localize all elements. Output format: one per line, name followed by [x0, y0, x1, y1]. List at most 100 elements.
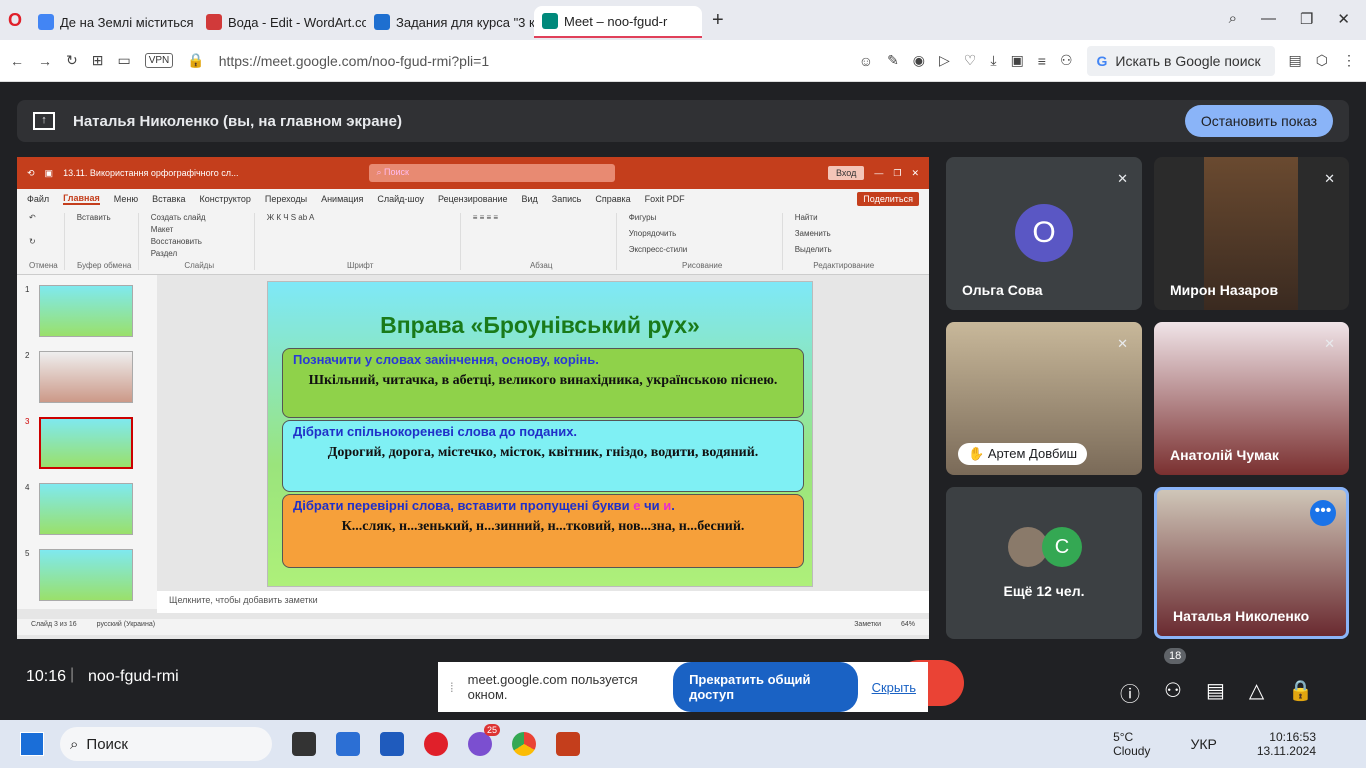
tab-1[interactable]: Де на Землі міститься во [30, 6, 198, 38]
menu-help[interactable]: Справка [595, 194, 630, 204]
forward-icon[interactable]: → [38, 53, 52, 69]
download-icon[interactable]: ⤓ [990, 52, 996, 69]
ppt-ribbon: ↶ ↻ Отмена Вставить Буфер обмена Создать сл… [17, 209, 929, 275]
clock[interactable]: 10:16:53 13.11.2024 [1257, 730, 1316, 758]
url-field[interactable]: https://meet.google.com/noo-fgud-rmi?pli… [219, 53, 845, 69]
host-controls-icon[interactable]: 🔒 [1288, 678, 1313, 707]
shapes-button[interactable]: Фигуры [629, 213, 776, 222]
express-button[interactable]: Экспресс-стили [629, 245, 776, 254]
snapshot-icon[interactable]: ◉ [913, 52, 925, 69]
activities-icon[interactable]: △ [1249, 678, 1264, 707]
menu-animation[interactable]: Анимация [321, 194, 363, 204]
close-button[interactable]: ✕ [1337, 10, 1350, 28]
menu-foxit[interactable]: Foxit PDF [645, 194, 685, 204]
camera-icon[interactable]: ▭ [117, 52, 130, 69]
participant-tile[interactable]: О ✕ Ольга Сова [946, 157, 1142, 310]
taskbar-search[interactable]: ⌕ Поиск [60, 727, 272, 761]
back-icon[interactable]: ← [10, 53, 24, 69]
play-icon[interactable]: ▷ [939, 52, 950, 69]
menu-review[interactable]: Рецензирование [438, 194, 508, 204]
notes-pane[interactable]: Щелкните, чтобы добавить заметки [157, 591, 929, 613]
menu-design[interactable]: Конструктор [200, 194, 251, 204]
share-button[interactable]: Поделиться [857, 192, 919, 206]
maximize-button[interactable]: ❐ [1300, 10, 1313, 28]
menu-record[interactable]: Запись [552, 194, 582, 204]
language-indicator[interactable]: УКР [1190, 736, 1216, 752]
ppt-search[interactable]: ⌕ Поиск [368, 164, 615, 182]
weather-widget[interactable]: 5°C Cloudy [1113, 730, 1150, 758]
ppt-close[interactable]: ✕ [911, 168, 919, 179]
slide-canvas[interactable]: Вправа «Броунівський рух» Позначити у сл… [267, 281, 813, 587]
opera-icon[interactable] [424, 732, 448, 756]
autosave-icon[interactable]: ⟲ [27, 168, 35, 179]
more-icon[interactable]: ⋮ [1342, 52, 1356, 69]
select-button[interactable]: Выделить [795, 245, 893, 254]
zoom-level[interactable]: 64% [901, 621, 915, 633]
arrange-button[interactable]: Упорядочить [629, 229, 776, 238]
menu-insert[interactable]: Вставка [152, 194, 185, 204]
participant-tile[interactable]: ✕ Мирон Назаров [1154, 157, 1349, 310]
replace-button[interactable]: Заменить [795, 229, 893, 238]
task-view-icon[interactable] [292, 732, 316, 756]
layout-button[interactable]: Макет [151, 225, 248, 234]
paste-button[interactable]: Вставить [77, 213, 132, 222]
participant-tile[interactable]: ✕ Анатолій Чумак [1154, 322, 1349, 475]
new-tab-button[interactable]: + [712, 9, 724, 32]
drag-handle-icon[interactable]: ⁞ [450, 680, 454, 695]
stop-presenting-button[interactable]: Остановить показ [1184, 105, 1333, 137]
signin-button[interactable]: Вход [828, 166, 865, 180]
hand-raised-badge: ✋ Артем Довбиш [958, 443, 1088, 465]
reload-icon[interactable]: ↻ [66, 52, 78, 69]
tab-2[interactable]: Вода - Edit - WordArt.com [198, 6, 366, 38]
menu-icon[interactable]: ≡ [1038, 53, 1046, 69]
redo-icon[interactable]: ↻ [29, 237, 58, 246]
notes-toggle[interactable]: Заметки [854, 621, 881, 633]
search-tabs-icon[interactable]: ⌕ [1229, 10, 1237, 28]
opera-logo-icon[interactable]: O [0, 10, 30, 31]
wallet-icon[interactable]: ▣ [1011, 52, 1024, 69]
create-slide-button[interactable]: Создать слайд [151, 213, 248, 222]
edit-icon[interactable]: ✎ [887, 52, 899, 69]
paragraph-controls[interactable]: ≡ ≡ ≡ ≡ [473, 213, 610, 222]
menu-file[interactable]: Файл [27, 194, 49, 204]
viber-icon[interactable]: 25 [468, 724, 500, 756]
menu-menu[interactable]: Меню [114, 194, 138, 204]
more-participants-tile[interactable]: С Ещё 12 чел. [946, 487, 1142, 639]
tab-3[interactable]: Задания для курса "3 кла [366, 6, 534, 38]
hide-link[interactable]: Скрыть [872, 680, 916, 695]
font-controls[interactable]: Ж К Ч S ab A [267, 213, 454, 222]
chat-icon[interactable]: ▤ [1206, 678, 1225, 707]
emoji-icon[interactable]: ☺ [859, 53, 873, 69]
sidebar-icon[interactable]: ▤ [1289, 52, 1302, 69]
self-tile[interactable]: ••• Наталья Николенко [1154, 487, 1349, 639]
speed-dial-icon[interactable]: ⊞ [92, 52, 104, 69]
menu-slideshow[interactable]: Слайд-шоу [377, 194, 424, 204]
store-icon[interactable] [336, 732, 360, 756]
undo-icon[interactable]: ↶ [29, 213, 58, 222]
google-search-field[interactable]: G Искать в Google поиск [1086, 45, 1275, 76]
chrome-icon[interactable] [512, 732, 536, 756]
profile-icon[interactable]: ⚇ [1060, 52, 1073, 69]
info-icon[interactable]: ⓘ [1120, 678, 1140, 707]
stop-sharing-button[interactable]: Прекратить общий доступ [673, 662, 858, 712]
word-icon[interactable] [380, 732, 404, 756]
section-button[interactable]: Раздел [151, 249, 248, 258]
powerpoint-icon[interactable] [556, 732, 580, 756]
menu-transitions[interactable]: Переходы [265, 194, 307, 204]
more-options-icon[interactable]: ••• [1310, 500, 1336, 526]
restore-button[interactable]: Восстановить [151, 237, 248, 246]
vpn-badge[interactable]: VPN [144, 53, 174, 68]
tab-meet[interactable]: Meet – noo-fgud-r [534, 6, 702, 38]
find-button[interactable]: Найти [795, 213, 893, 222]
menu-view[interactable]: Вид [522, 194, 538, 204]
windows-start-icon[interactable] [20, 732, 44, 756]
ppt-minimize[interactable]: — [874, 168, 883, 178]
people-icon[interactable]: ⚇ 18 [1164, 648, 1187, 707]
heart-icon[interactable]: ♡ [964, 52, 977, 69]
save-icon[interactable]: ▣ [45, 168, 54, 179]
menu-home[interactable]: Главная [63, 193, 100, 205]
ppt-maximize[interactable]: ❐ [893, 168, 901, 179]
extensions-icon[interactable]: ⬡ [1316, 52, 1328, 69]
minimize-button[interactable]: — [1261, 10, 1276, 28]
participant-tile[interactable]: ✕ ✋ Артем Довбиш [946, 322, 1142, 475]
